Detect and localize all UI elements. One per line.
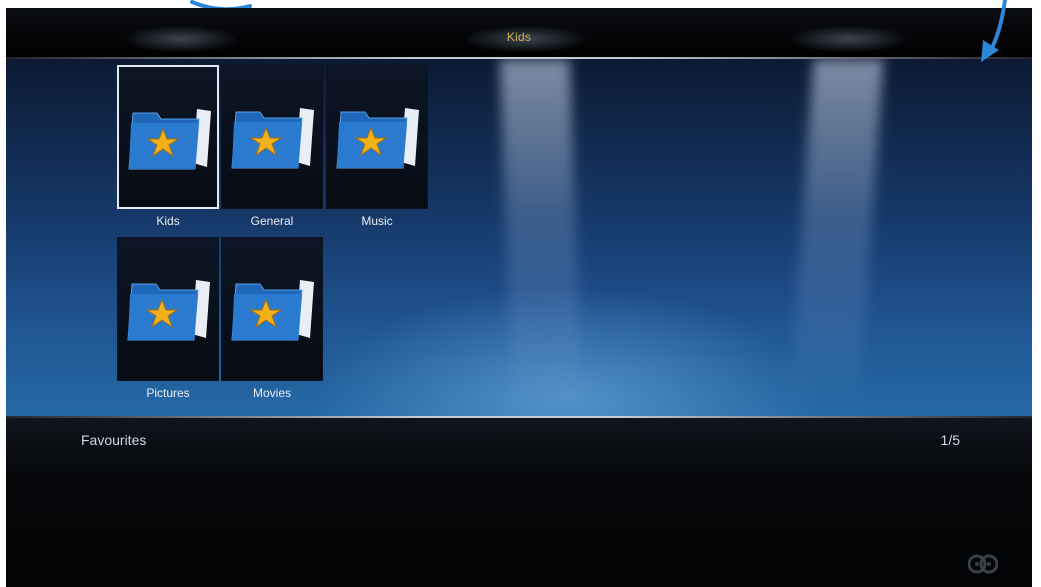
spotlight-beam bbox=[788, 59, 884, 416]
annotation-arrow-icon bbox=[981, 0, 1007, 62]
film-reel-icon bbox=[968, 554, 998, 574]
star-folder-icon bbox=[231, 108, 314, 169]
grid-item-movies[interactable] bbox=[221, 237, 323, 381]
media-center-screen: Kids Kids General Music Pictures Movies … bbox=[6, 8, 1032, 587]
star-folder-icon bbox=[127, 280, 210, 341]
info-bar: Favourites 1/5 bbox=[6, 418, 1032, 587]
top-bar: Kids bbox=[6, 8, 1032, 58]
star-folder-icon bbox=[336, 108, 419, 169]
page-count: 1/5 bbox=[940, 432, 960, 448]
grid-item-label: Pictures bbox=[146, 386, 190, 400]
grid-item-general[interactable] bbox=[221, 65, 323, 209]
grid-item-kids[interactable] bbox=[117, 65, 219, 209]
content-stage: Kids General Music Pictures Movies bbox=[6, 59, 1032, 416]
spotlight-beam bbox=[499, 59, 583, 416]
grid-item-label: Movies bbox=[252, 386, 291, 400]
grid-item-pictures[interactable] bbox=[117, 237, 219, 381]
grid-item-music[interactable] bbox=[326, 65, 428, 209]
grid-item-label: General bbox=[250, 214, 294, 228]
page-title: Kids bbox=[506, 30, 532, 44]
star-folder-icon bbox=[231, 280, 314, 341]
grid-item-label: Music bbox=[361, 214, 393, 228]
grid-item-label: Kids bbox=[156, 214, 180, 228]
section-title: Favourites bbox=[81, 432, 147, 448]
star-folder-icon bbox=[128, 109, 211, 170]
